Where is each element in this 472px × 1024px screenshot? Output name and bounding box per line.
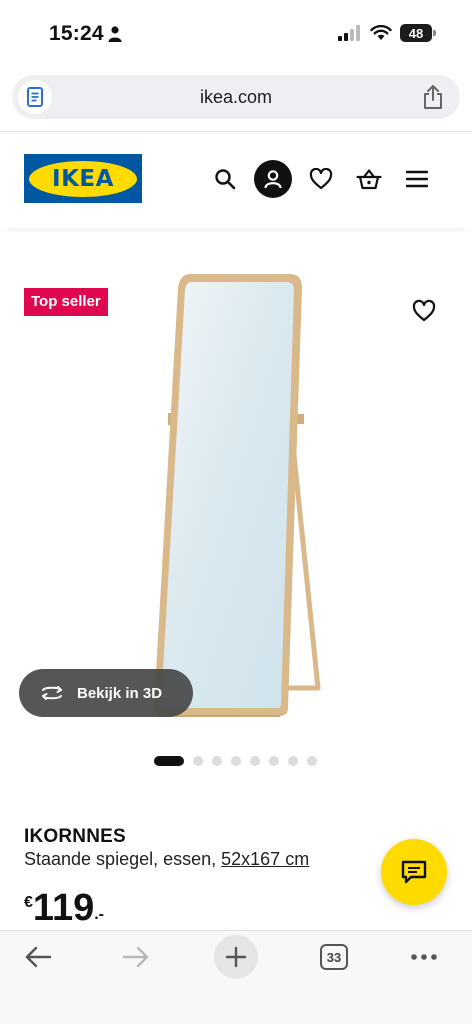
carousel-dot[interactable] xyxy=(269,756,279,766)
browser-toolbar: 33 xyxy=(0,930,472,1024)
arrow-right-icon xyxy=(122,946,149,968)
status-bar: 15:24 48 xyxy=(0,0,472,70)
rotate-3d-icon xyxy=(42,686,62,700)
share-icon[interactable] xyxy=(422,84,444,110)
address-bar[interactable]: ikea.com xyxy=(12,75,460,119)
price-amount: 119 xyxy=(32,887,95,929)
view-in-3d-label: Bekijk in 3D xyxy=(77,684,163,702)
plus-icon xyxy=(225,946,247,968)
hamburger-menu-icon xyxy=(406,170,428,188)
site-header: IKEA xyxy=(0,132,472,228)
favourites-button[interactable] xyxy=(302,160,340,198)
carousel-dot[interactable] xyxy=(231,756,241,766)
account-button[interactable] xyxy=(254,160,292,198)
arrow-left-icon xyxy=(25,946,52,968)
chat-button[interactable] xyxy=(381,839,447,905)
ikea-logo[interactable]: IKEA xyxy=(24,154,142,203)
forward-button[interactable] xyxy=(114,935,158,979)
cellular-signal-icon xyxy=(338,25,360,41)
product-image xyxy=(154,274,321,717)
ellipsis-icon xyxy=(411,954,437,960)
cart-button[interactable] xyxy=(350,160,388,198)
battery-indicator: 48 xyxy=(400,24,436,42)
tabs-button[interactable]: 33 xyxy=(312,935,356,979)
more-options-button[interactable] xyxy=(402,935,446,979)
carousel-dot[interactable] xyxy=(212,756,222,766)
carousel-dot[interactable] xyxy=(307,756,317,766)
carousel-dot[interactable] xyxy=(250,756,260,766)
search-button[interactable] xyxy=(206,160,244,198)
person-icon xyxy=(108,26,122,42)
carousel-dot[interactable] xyxy=(154,756,184,766)
product-description: Staande spiegel, essen, 52x167 cm xyxy=(24,849,309,870)
carousel-dot[interactable] xyxy=(193,756,203,766)
price-currency: € xyxy=(24,894,33,911)
product-name: IKORNNES xyxy=(24,826,126,847)
add-to-favourites-heart-icon[interactable] xyxy=(412,299,436,323)
price-decimals: .- xyxy=(94,906,104,923)
top-seller-badge: Top seller xyxy=(24,288,108,316)
new-tab-button[interactable] xyxy=(214,935,258,979)
url-text[interactable]: ikea.com xyxy=(12,87,460,108)
shopping-basket-icon xyxy=(356,169,382,190)
product-dimensions-link[interactable]: 52x167 cm xyxy=(221,849,309,870)
wifi-icon xyxy=(370,25,392,40)
carousel-indicator[interactable] xyxy=(154,756,317,766)
tab-count: 33 xyxy=(320,944,348,970)
back-button[interactable] xyxy=(16,935,60,979)
chat-bubble-icon xyxy=(401,860,427,884)
user-icon xyxy=(264,170,282,189)
carousel-dot[interactable] xyxy=(288,756,298,766)
product-type: Staande spiegel, essen, xyxy=(24,849,217,869)
search-icon xyxy=(215,169,236,190)
heart-icon xyxy=(309,168,333,190)
menu-button[interactable] xyxy=(398,160,436,198)
view-in-3d-button[interactable]: Bekijk in 3D xyxy=(19,669,193,717)
logo-text: IKEA xyxy=(52,165,114,192)
status-time: 15:24 xyxy=(49,22,104,45)
product-price: € 119 .- xyxy=(24,888,104,928)
